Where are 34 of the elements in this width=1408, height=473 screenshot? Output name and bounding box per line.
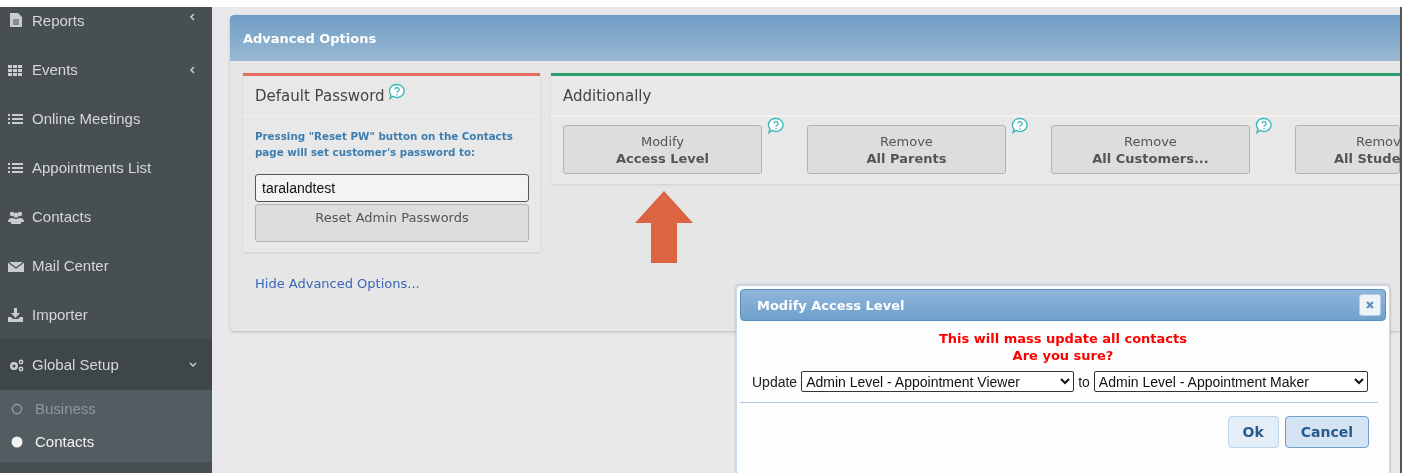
help-icon <box>387 82 406 101</box>
hide-options-link[interactable]: Hide Advanced Options... <box>255 276 420 291</box>
card-title: Default Password <box>255 86 385 105</box>
level-dropdown[interactable]: Admin Level - Appointment Maker <box>1093 371 1368 392</box>
close-button[interactable] <box>1359 294 1381 316</box>
action-button[interactable]: Remov All Stude <box>1295 125 1400 174</box>
menu-item[interactable]: Online Meetings <box>0 94 212 143</box>
action-button[interactable]: Modify Access Level <box>563 125 762 174</box>
info-text: Pressing "Reset PW" button on the Contacts page will set customer's password to: <box>255 129 514 160</box>
menu-item[interactable]: Mail Center <box>0 241 212 290</box>
level-dropdown[interactable]: Admin Level - Appointment Viewer <box>801 371 1075 392</box>
document-icon <box>8 12 24 28</box>
menu-item[interactable]: Appointments List <box>0 143 212 192</box>
warning-text: Are you sure? <box>1012 347 1114 364</box>
download-icon <box>8 306 24 323</box>
menu-item[interactable]: Importer <box>0 290 212 339</box>
action-button[interactable]: Remove All Customers... <box>1051 125 1250 174</box>
reset-button[interactable]: Reset Admin Passwords <box>255 204 529 242</box>
action-button[interactable]: Remove All Parents <box>807 125 1006 174</box>
ok-button[interactable]: Ok <box>1227 416 1279 448</box>
update-label: Update <box>752 373 798 390</box>
menu-item[interactable]: Events <box>0 45 212 94</box>
menu-item[interactable]: Reports <box>0 7 212 45</box>
submenu-item[interactable]: Contacts <box>0 425 212 458</box>
card-title: Additionally <box>563 86 652 105</box>
dialog-title: Modify Access Level <box>757 297 905 313</box>
to-label: to <box>1078 373 1090 390</box>
password-field[interactable]: taralandtest <box>255 174 529 202</box>
panel-header: Advanced Options <box>230 15 1400 61</box>
cancel-button[interactable]: Cancel <box>1284 416 1369 448</box>
close-icon <box>1365 300 1375 310</box>
menu-item[interactable]: Contacts <box>0 192 212 241</box>
warning-text: This will mass update all contacts <box>939 330 1187 347</box>
up-arrow-icon <box>634 189 694 265</box>
